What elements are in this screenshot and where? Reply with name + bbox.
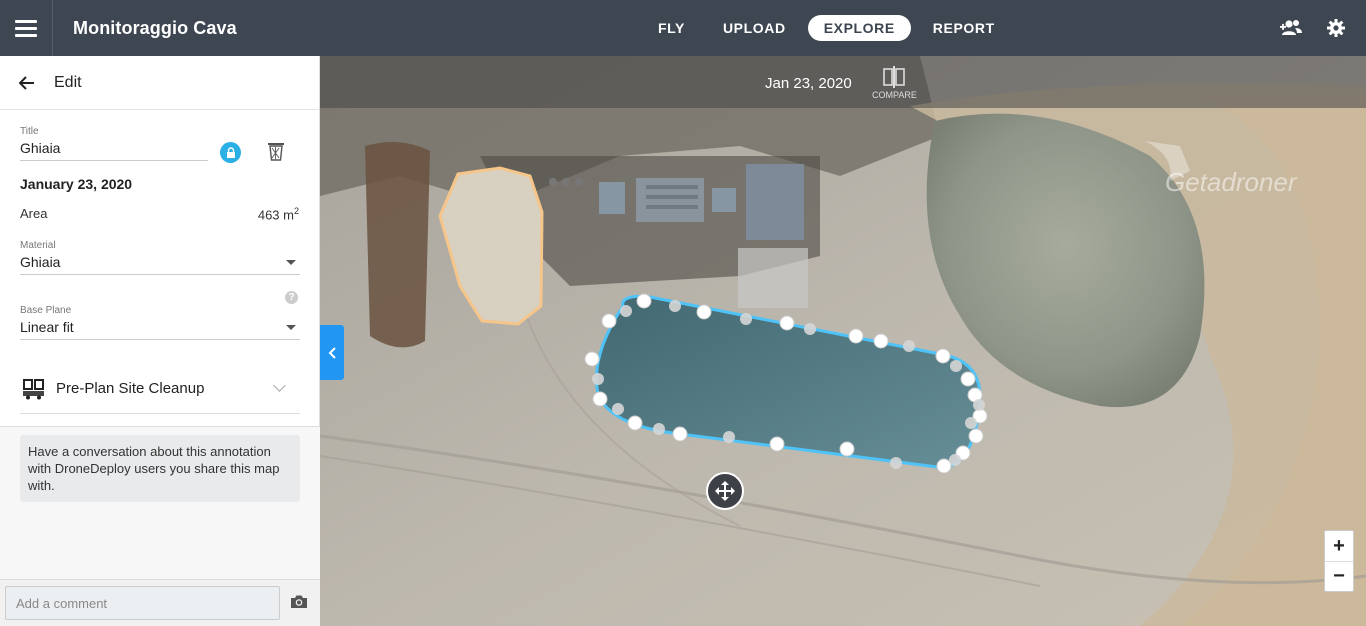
chevron-left-icon [328, 346, 336, 359]
title-input[interactable]: Ghiaia [20, 137, 208, 161]
tab-upload[interactable]: UPLOAD [707, 15, 802, 41]
sidebar-title: Edit [54, 73, 82, 91]
add-user-icon[interactable] [1280, 19, 1304, 37]
base-plane-select[interactable]: Linear fit [20, 316, 300, 340]
camera-button[interactable] [290, 594, 308, 614]
map-view[interactable]: Getadroner Jan 23, 2020 COMPARE + − [320, 56, 1366, 626]
date-bar: Jan 23, 2020 COMPARE [320, 56, 1366, 108]
camera-icon [291, 595, 307, 608]
menu-button[interactable] [0, 0, 53, 56]
gear-icon[interactable] [1326, 18, 1346, 38]
chevron-down-icon [273, 379, 286, 392]
move-icon [715, 481, 735, 501]
zoom-controls: + − [1324, 530, 1354, 592]
menu-icon [15, 18, 37, 39]
compare-label: COMPARE [872, 90, 917, 100]
material-field: Material Ghiaia [20, 240, 300, 275]
map-date[interactable]: Jan 23, 2020 [765, 75, 852, 92]
compare-button[interactable]: COMPARE [872, 66, 917, 100]
base-plane-field: Base Plane Linear fit [20, 305, 300, 340]
plan-logo-icon [23, 378, 44, 399]
comment-input[interactable]: Add a comment [5, 586, 280, 620]
tab-report[interactable]: REPORT [917, 15, 1011, 41]
collapse-sidebar-button[interactable] [320, 325, 344, 380]
material-label: Material [20, 240, 56, 251]
title-label: Title [20, 126, 39, 137]
lock-icon [226, 147, 235, 158]
help-icon[interactable]: ? [285, 291, 298, 304]
back-button[interactable] [0, 56, 54, 110]
compare-icon [883, 66, 906, 88]
base-plane-label: Base Plane [20, 305, 72, 316]
delete-button[interactable] [267, 141, 285, 166]
area-value: 463 m2 [257, 206, 299, 223]
trash-icon [268, 143, 284, 161]
annotation-sidebar: Edit Title Ghiaia January 23, 2020 Area … [0, 56, 320, 626]
watermark-logo: Getadroner [1145, 141, 1298, 197]
area-label: Area [20, 206, 48, 221]
arrow-left-icon [19, 75, 34, 90]
material-select[interactable]: Ghiaia [20, 251, 300, 275]
conversation-hint: Have a conversation about this annotatio… [20, 435, 300, 502]
title-field: Title Ghiaia [20, 126, 208, 161]
zoom-out-button[interactable]: − [1325, 561, 1353, 591]
move-handle[interactable] [706, 472, 744, 510]
plan-dropdown[interactable]: Pre-Plan Site Cleanup [20, 364, 300, 414]
conversation-area: Have a conversation about this annotatio… [0, 427, 320, 579]
tab-explore[interactable]: EXPLORE [807, 15, 911, 41]
comment-bar: Add a comment [0, 579, 320, 626]
main-nav: FLY UPLOAD EXPLORE REPORT [642, 0, 1017, 56]
watermark-text: Getadroner [1165, 167, 1298, 197]
caret-down-icon [286, 259, 296, 265]
app-title: Monitoraggio Cava [73, 17, 237, 38]
zoom-in-button[interactable]: + [1325, 531, 1353, 561]
annotation-date: January 23, 2020 [20, 176, 133, 192]
sidebar-header: Edit [0, 56, 319, 110]
top-bar: Monitoraggio Cava FLY UPLOAD EXPLORE REP… [0, 0, 1366, 56]
plan-label: Pre-Plan Site Cleanup [56, 380, 205, 397]
lock-button[interactable] [220, 142, 241, 163]
tab-fly[interactable]: FLY [642, 15, 701, 41]
caret-down-icon [286, 324, 296, 330]
